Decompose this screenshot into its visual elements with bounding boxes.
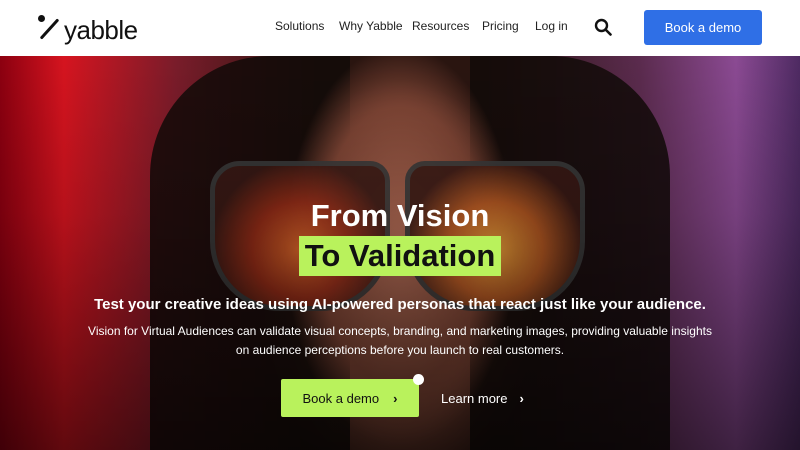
book-demo-hero-label: Book a demo <box>302 390 380 406</box>
nav-link-log-in[interactable]: Log in <box>535 19 568 33</box>
book-demo-hero-button[interactable]: Book a demo › <box>281 379 419 417</box>
nav-link-resources[interactable]: Resources <box>412 19 469 33</box>
hero-description: Vision for Virtual Audiences can validat… <box>88 324 712 357</box>
cursor-dot <box>413 374 424 385</box>
logo-text: yabble <box>64 14 138 45</box>
hero-subtitle: Test your creative ideas using AI-powere… <box>94 296 706 313</box>
hero-section: From Vision To Validation Test your crea… <box>0 56 800 450</box>
nav-link-pricing[interactable]: Pricing <box>482 19 519 33</box>
learn-more-link[interactable]: Learn more › <box>441 391 524 406</box>
search-icon[interactable] <box>594 18 612 36</box>
hero-title-line1: From Vision <box>310 198 490 233</box>
hero-title-line2-wrap: To Validation <box>0 236 800 276</box>
nav-link-why-yabble[interactable]: Why Yabble <box>339 19 403 33</box>
top-navbar: yabble Solutions Why Yabble Resources Pr… <box>0 0 800 56</box>
yabble-logo[interactable]: yabble <box>36 12 138 45</box>
hero-title-line2: To Validation <box>298 236 502 276</box>
nav-link-solutions[interactable]: Solutions <box>275 19 324 33</box>
book-demo-nav-button[interactable]: Book a demo <box>644 10 762 45</box>
chevron-right-icon: › <box>393 390 398 406</box>
logo-mark-icon <box>36 14 62 42</box>
learn-more-label: Learn more <box>441 391 508 406</box>
chevron-right-icon: › <box>519 391 524 406</box>
